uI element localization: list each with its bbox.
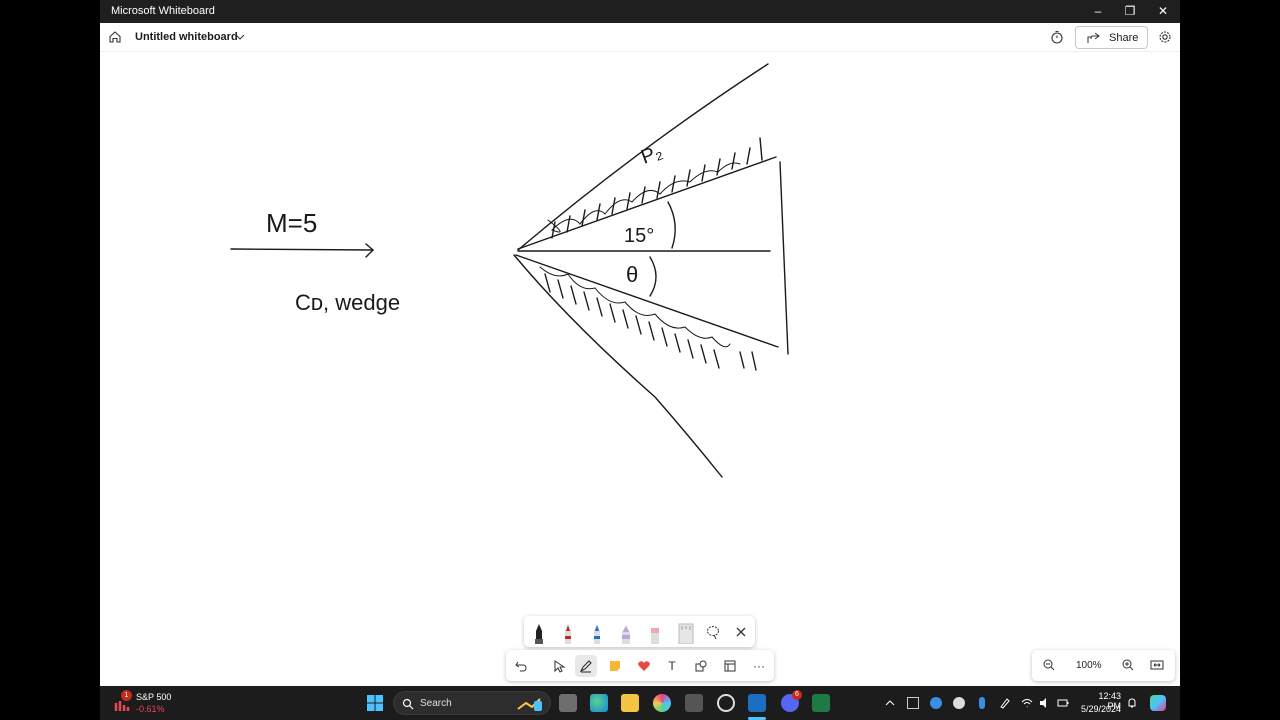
start-icon[interactable] xyxy=(366,694,384,712)
blue-pen-icon[interactable] xyxy=(590,622,604,644)
share-button[interactable]: Share xyxy=(1075,26,1148,49)
zoom-controls: 100% xyxy=(1032,650,1175,681)
file-explorer-icon[interactable] xyxy=(621,694,639,712)
whiteboard-window: Microsoft Whiteboard – ❐ ✕ Untitled whit… xyxy=(100,0,1180,686)
text-tool[interactable]: T xyxy=(661,655,683,677)
ruler-icon[interactable] xyxy=(677,622,695,644)
pen-tray xyxy=(524,616,755,647)
drawing-canvas[interactable]: M=5 Cᴅ, wedge P₂ 15° θ xyxy=(100,52,1180,686)
close-tray-icon[interactable] xyxy=(734,625,748,639)
microphone-icon[interactable] xyxy=(979,697,985,709)
onedrive-icon[interactable] xyxy=(930,697,942,709)
select-tool[interactable] xyxy=(548,655,570,677)
cloud-icon[interactable] xyxy=(953,697,965,709)
zoom-in-icon[interactable] xyxy=(1121,658,1135,672)
excel-icon[interactable] xyxy=(812,694,830,712)
search-highlight-icon xyxy=(517,698,542,711)
gear-icon[interactable] xyxy=(1158,30,1172,44)
inking-tool[interactable] xyxy=(575,655,597,677)
home-icon[interactable] xyxy=(108,30,122,44)
wifi-icon[interactable] xyxy=(1021,697,1033,709)
taskbar-search[interactable]: Search xyxy=(393,691,551,715)
sticky-note-icon xyxy=(610,661,620,671)
p2-label: P₂ xyxy=(638,141,665,169)
notification-icon[interactable] xyxy=(1126,697,1138,709)
discord-badge: 6 xyxy=(792,690,802,700)
title-bar: Microsoft Whiteboard – ❐ ✕ xyxy=(100,0,1180,23)
minimize-button[interactable]: – xyxy=(1083,2,1113,20)
share-icon xyxy=(1087,32,1100,43)
volume-icon[interactable] xyxy=(1039,697,1051,709)
stock-change: -0.61% xyxy=(136,704,165,714)
stock-name: S&P 500 xyxy=(136,692,172,702)
drag-coefficient-label: Cᴅ, wedge xyxy=(295,290,400,315)
red-pen-icon[interactable] xyxy=(561,622,575,644)
task-view-icon[interactable] xyxy=(559,694,577,712)
chevron-down-icon[interactable] xyxy=(234,31,246,43)
board-title[interactable]: Untitled whiteboard xyxy=(135,31,238,43)
undo-icon xyxy=(515,661,527,672)
edge-icon[interactable] xyxy=(590,694,608,712)
template-icon xyxy=(724,660,736,672)
shapes-icon xyxy=(695,660,707,672)
undo-button[interactable] xyxy=(510,655,532,677)
pointer-icon xyxy=(554,660,566,673)
angle-arc-15 xyxy=(667,201,676,249)
clock-date[interactable]: 5/29/2024 xyxy=(1077,704,1121,714)
battery-icon[interactable] xyxy=(1057,697,1069,709)
chevron-up-icon[interactable] xyxy=(884,697,896,709)
lower-hatching xyxy=(544,273,757,371)
templates-tool[interactable] xyxy=(719,655,741,677)
close-button[interactable]: ✕ xyxy=(1148,2,1178,20)
wedge-base xyxy=(779,161,789,355)
timer-icon[interactable] xyxy=(1050,30,1064,44)
display-tray-icon[interactable] xyxy=(907,697,919,709)
copilot-icon[interactable] xyxy=(1150,695,1166,711)
reactions-tool[interactable] xyxy=(633,655,655,677)
app-header: Untitled whiteboard Share xyxy=(100,23,1180,52)
share-label: Share xyxy=(1109,32,1139,44)
lower-shock-line xyxy=(513,254,723,478)
zoom-out-icon[interactable] xyxy=(1042,658,1056,672)
black-pen-icon[interactable] xyxy=(532,622,546,644)
windows-taskbar: 1 S&P 500 -0.61% Search 6 12:43 PM 5/29/… xyxy=(100,686,1180,720)
pen-tray-icon[interactable] xyxy=(999,697,1011,709)
window-title: Microsoft Whiteboard xyxy=(111,5,215,17)
lasso-icon[interactable] xyxy=(705,624,721,640)
sticky-note-tool[interactable] xyxy=(604,655,626,677)
stock-badge: 1 xyxy=(121,690,132,701)
search-icon xyxy=(402,698,414,710)
main-toolbar: T ··· xyxy=(506,650,774,681)
highlighter-icon[interactable] xyxy=(619,622,633,644)
shapes-tool[interactable] xyxy=(690,655,712,677)
angle-15-label: 15° xyxy=(624,225,654,247)
more-button[interactable]: ··· xyxy=(748,655,770,677)
search-placeholder: Search xyxy=(420,698,452,709)
mach-number-label: M=5 xyxy=(266,208,317,238)
eraser-icon[interactable] xyxy=(648,622,662,644)
snipping-tool-icon[interactable] xyxy=(685,694,703,712)
zoom-level: 100% xyxy=(1076,660,1102,671)
heart-icon xyxy=(638,661,650,671)
pen-icon xyxy=(579,660,592,673)
angle-arc-theta xyxy=(649,256,657,297)
fit-to-screen-icon[interactable] xyxy=(1150,658,1164,672)
color-app-icon[interactable] xyxy=(653,694,671,712)
restore-button[interactable]: ❐ xyxy=(1115,2,1145,20)
theta-label: θ xyxy=(626,262,638,287)
flow-arrow xyxy=(230,248,374,251)
whiteboard-taskbar-icon[interactable] xyxy=(748,694,766,712)
clock-app-icon[interactable] xyxy=(717,694,735,712)
